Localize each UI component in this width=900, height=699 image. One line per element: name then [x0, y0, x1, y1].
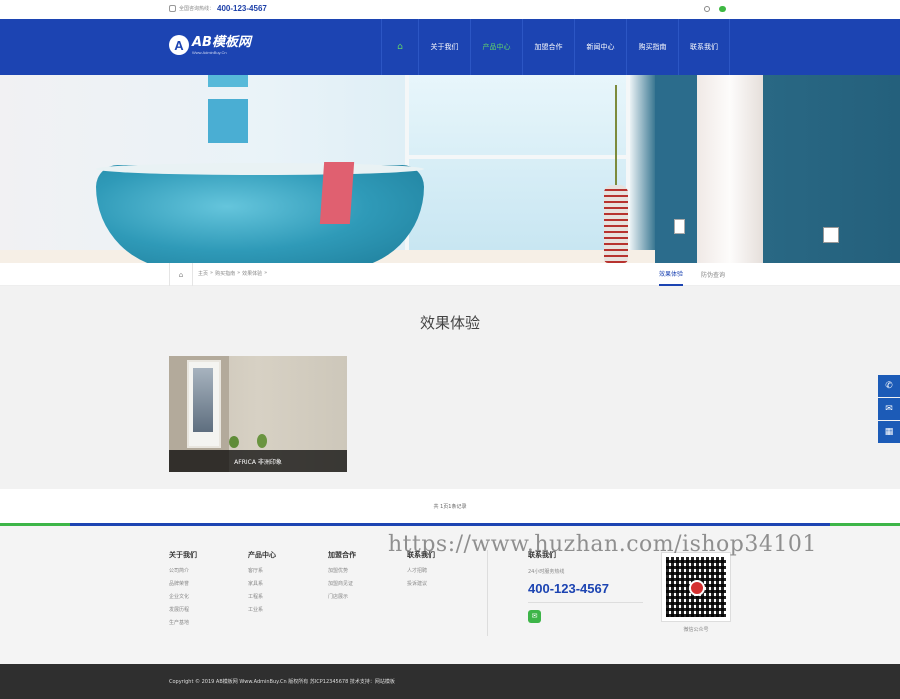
banner-window: [405, 75, 630, 250]
wechat-icon[interactable]: ✉: [528, 610, 541, 623]
footer-link[interactable]: 发展历程: [169, 608, 197, 613]
nav-item-about[interactable]: 关于我们: [418, 19, 470, 75]
content-area: 效果体验 AFRICA 非洲印象: [0, 286, 900, 489]
logo[interactable]: A AB模板网 Www.AdminBuy.Cn: [169, 35, 251, 55]
footer-link[interactable]: 工程系: [248, 595, 276, 600]
tab-anti-counterfeit[interactable]: 防伪查询: [701, 263, 725, 286]
sub-tabs: 效果体验 防伪查询: [659, 263, 725, 286]
pagination: 共 1页1条记录: [0, 489, 900, 523]
nav-item-contact[interactable]: 联系我们: [678, 19, 730, 75]
breadcrumb-home[interactable]: 主页: [198, 270, 208, 277]
footer-contact: 联系我们 24小时服务热线 400-123-4567 ✉: [528, 550, 643, 623]
breadcrumb: 主页 » 购买指南 » 效果体验 »: [198, 270, 268, 277]
footer-col-title: 产品中心: [248, 551, 276, 559]
hero-banner: [0, 75, 900, 263]
main-nav: A AB模板网 Www.AdminBuy.Cn ⌂ 关于我们 产品中心 加盟合作…: [0, 19, 900, 75]
footer-col-franchise: 加盟合作 加盟优势 加盟商见证 门店展示: [328, 550, 356, 608]
towel-image: [319, 162, 355, 224]
footer-col-title: 关于我们: [169, 551, 197, 559]
product-card[interactable]: AFRICA 非洲印象: [169, 356, 347, 472]
hotline-number: 400-123-4567: [217, 4, 267, 13]
footer-link[interactable]: 加盟商见证: [328, 582, 356, 587]
copyright-bar: Copyright © 2019 AB模板网 Www.AdminBuy.Cn 版…: [0, 664, 900, 699]
breadcrumb-bar: ⌂ 主页 » 购买指南 » 效果体验 » 效果体验 防伪查询: [0, 263, 900, 286]
footer-link[interactable]: 企业文化: [169, 595, 197, 600]
product-card-caption[interactable]: AFRICA 非洲印象: [169, 450, 347, 472]
nav-item-news[interactable]: 新闻中心: [574, 19, 626, 75]
nav-item-home[interactable]: ⌂: [381, 19, 418, 75]
vase-image: [604, 185, 628, 263]
footer-phone: 400-123-4567: [528, 581, 643, 603]
footer-link[interactable]: 门店展示: [328, 595, 356, 600]
home-icon[interactable]: ⌂: [169, 263, 193, 286]
hotline: 全国咨询热线： 400-123-4567: [169, 4, 267, 13]
footer-link[interactable]: 投诉建议: [407, 582, 435, 587]
pagination-info: 共 1页1条记录: [433, 504, 467, 510]
qrcode-icon[interactable]: ▦: [878, 421, 900, 443]
footer-col-products: 产品中心 客厅系 家具系 工程系 工业系: [248, 550, 276, 621]
service-label: 24小时服务热线: [528, 569, 565, 575]
hotline-label: 全国咨询热线：: [179, 6, 215, 12]
qrcode-caption: 微信公众号: [683, 627, 709, 633]
nav-item-products[interactable]: 产品中心: [470, 19, 522, 75]
footer-link[interactable]: 人才招聘: [407, 569, 435, 574]
logo-badge-icon: A: [169, 35, 189, 55]
footer-link[interactable]: 生产基地: [169, 621, 197, 626]
qr-logo-icon: [689, 580, 705, 596]
qrcode-image: [661, 552, 731, 622]
footer-link[interactable]: 加盟优势: [328, 569, 356, 574]
footer-link[interactable]: 家具系: [248, 582, 276, 587]
watermark: https://www.huzhan.com/ishop34101: [388, 532, 817, 557]
logo-text: AB模板网: [192, 34, 251, 50]
mail-icon[interactable]: ✉: [878, 398, 900, 420]
footer-col-title: 加盟合作: [328, 551, 356, 559]
nav-menu: ⌂ 关于我们 产品中心 加盟合作 新闻中心 购买指南 联系我们: [381, 19, 730, 75]
footer-link[interactable]: 品牌荣誉: [169, 582, 197, 587]
footer-link[interactable]: 工业系: [248, 608, 276, 613]
footer-link[interactable]: 客厅系: [248, 569, 276, 574]
search-icon[interactable]: [704, 6, 710, 12]
copyright-text: Copyright © 2019 AB模板网 Www.AdminBuy.Cn 版…: [169, 679, 395, 685]
footer-link[interactable]: 公司简介: [169, 569, 197, 574]
phone-icon[interactable]: ✆: [878, 375, 900, 397]
wechat-icon[interactable]: [719, 6, 726, 12]
nav-item-franchise[interactable]: 加盟合作: [522, 19, 574, 75]
bathtub-image: [96, 165, 424, 263]
phone-icon: [169, 5, 176, 12]
page-title: 效果体验: [419, 314, 480, 332]
breadcrumb-buy-guide[interactable]: 购买指南: [215, 270, 235, 277]
breadcrumb-current[interactable]: 效果体验: [242, 270, 262, 277]
footer-col-about: 关于我们 公司简介 品牌荣誉 企业文化 发展历程 生产基地: [169, 550, 197, 634]
logo-subtext: Www.AdminBuy.Cn: [192, 49, 227, 55]
nav-item-buy-guide[interactable]: 购买指南: [626, 19, 678, 75]
top-bar: 全国咨询热线： 400-123-4567: [0, 0, 900, 19]
floating-sidebar: ✆ ✉ ▦: [878, 375, 900, 443]
home-icon: ⌂: [397, 42, 403, 52]
tab-effect-experience[interactable]: 效果体验: [659, 263, 684, 286]
